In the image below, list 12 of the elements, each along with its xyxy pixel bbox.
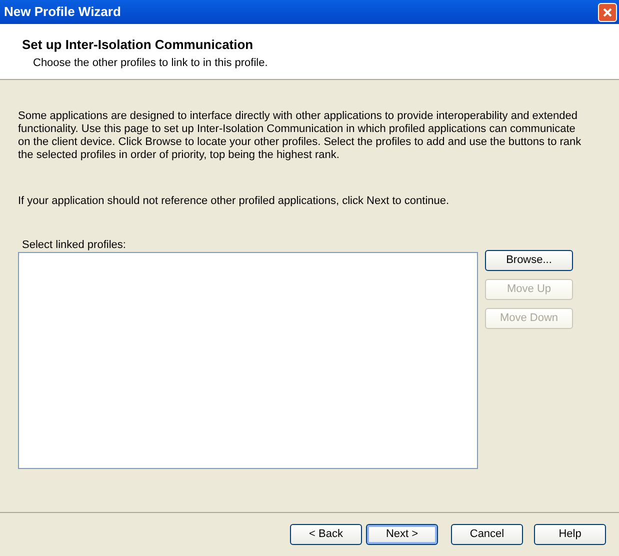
instruction-text: If your application should not reference other profiled applications, click Next to continue. — [18, 195, 450, 208]
side-button[interactable]: Browse... — [485, 250, 573, 271]
page-subtitle: Choose the other profiles to link to in this profile. — [33, 56, 269, 71]
wizard-button[interactable]: < Back — [290, 524, 362, 545]
page-title: Set up Inter-Isolation Communication — [22, 37, 254, 53]
description-text: Some applications are designed to interface directly with other applications to provide interoperability and extended functionality. Use this page to set up Inter-Isolation Communication in which profiled applications can communicate on the client device. Click Browse to locate your other profiles. Select the profiles to add and use the buttons to rank the selected profiles in order of priority, top being the highest rank. — [18, 110, 582, 162]
close-icon[interactable] — [598, 2, 617, 22]
wizard-button[interactable]: Next > — [366, 524, 438, 545]
window-title: New Profile Wizard — [4, 3, 121, 22]
wizard-button[interactable]: Help — [534, 524, 606, 545]
list-label: Select linked profiles: — [22, 239, 127, 252]
wizard-button[interactable]: Cancel — [451, 524, 523, 545]
